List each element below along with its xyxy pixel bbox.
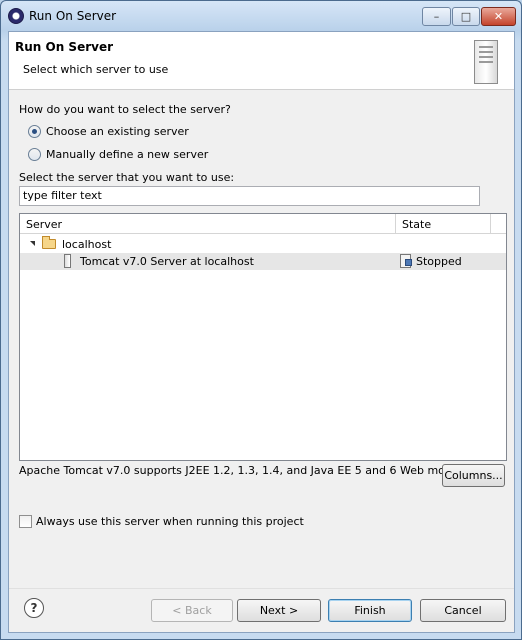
filter-label: Select the server that you want to use:	[19, 171, 235, 184]
table-header: Server State	[20, 214, 506, 234]
finish-button[interactable]: Finish	[328, 599, 412, 622]
minimize-button[interactable]: –	[422, 7, 451, 26]
always-use-checkbox-row[interactable]: Always use this server when running this…	[19, 515, 304, 528]
tree-row-tomcat-server[interactable]: Tomcat v7.0 Server at localhost Stopped	[20, 253, 506, 270]
close-button[interactable]: ✕	[481, 7, 516, 26]
tree-row-localhost[interactable]: localhost	[20, 236, 506, 253]
radio-existing-server[interactable]: Choose an existing server	[28, 125, 189, 138]
radio-label: Manually define a new server	[46, 148, 209, 161]
server-state: Stopped	[416, 255, 462, 268]
dialog-body: Run On Server Select which server to use…	[8, 31, 515, 633]
window-title: Run On Server	[29, 9, 117, 23]
server-state-icon	[400, 254, 412, 268]
footer-divider	[9, 588, 514, 589]
column-divider[interactable]	[490, 214, 491, 234]
server-name: Tomcat v7.0 Server at localhost	[80, 255, 254, 268]
radio-unchecked-icon[interactable]	[28, 148, 41, 161]
radio-new-server[interactable]: Manually define a new server	[28, 148, 208, 161]
always-use-checkbox[interactable]	[19, 515, 32, 528]
radio-checked-icon[interactable]	[28, 125, 41, 138]
column-header-state[interactable]: State	[402, 218, 431, 231]
banner-subtitle: Select which server to use	[23, 63, 169, 76]
selection-question: How do you want to select the server?	[19, 103, 231, 116]
run-on-server-window: Run On Server – □ ✕ Run On Server Select…	[0, 0, 522, 640]
server-filter-input[interactable]: type filter text	[19, 186, 480, 206]
server-icon	[64, 254, 71, 268]
next-button[interactable]: Next >	[237, 599, 321, 622]
always-use-label: Always use this server when running this…	[36, 515, 304, 528]
server-wizard-icon	[474, 40, 498, 84]
columns-button[interactable]: Columns...	[442, 464, 505, 487]
folder-icon	[42, 236, 56, 249]
maximize-button[interactable]: □	[452, 7, 480, 26]
back-button[interactable]: < Back	[151, 599, 233, 622]
banner-title: Run On Server	[15, 40, 114, 54]
expand-arrow-icon[interactable]	[30, 241, 35, 246]
host-name: localhost	[62, 238, 112, 251]
server-table[interactable]: Server State localhost Tomcat v7.0 Serve…	[19, 213, 507, 461]
column-header-server[interactable]: Server	[26, 218, 62, 231]
wizard-banner: Run On Server Select which server to use	[9, 32, 514, 90]
column-divider[interactable]	[395, 214, 396, 234]
cancel-button[interactable]: Cancel	[420, 599, 506, 622]
eclipse-icon	[8, 8, 24, 24]
help-icon[interactable]: ?	[24, 598, 44, 618]
radio-label: Choose an existing server	[46, 125, 189, 138]
title-bar[interactable]: Run On Server – □ ✕	[1, 1, 521, 31]
server-description: Apache Tomcat v7.0 supports J2EE 1.2, 1.…	[19, 464, 478, 477]
